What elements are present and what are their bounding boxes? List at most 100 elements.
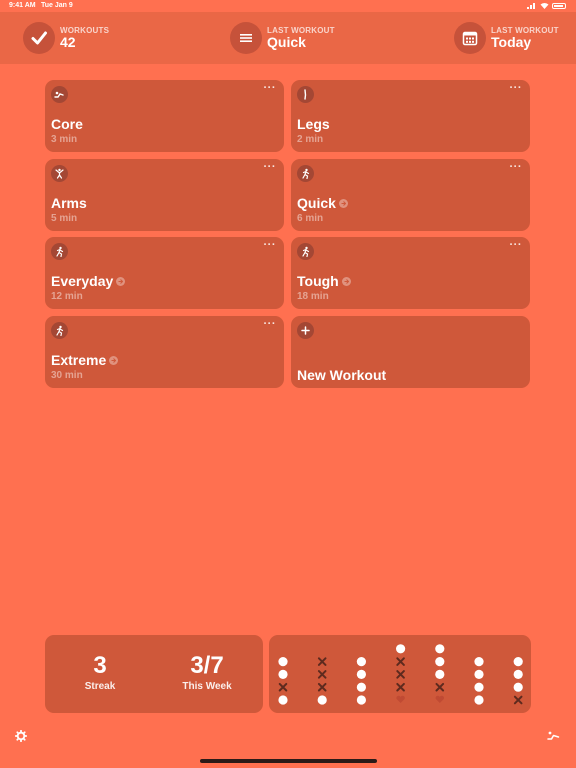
home-indicator[interactable] bbox=[200, 759, 377, 763]
completed-dot bbox=[435, 644, 445, 654]
workout-name: Core bbox=[51, 116, 83, 132]
more-options-button[interactable]: ··· bbox=[264, 82, 277, 94]
completed-dot bbox=[278, 657, 288, 667]
workout-card-everyday[interactable]: ··· Everyday 12 min bbox=[45, 237, 284, 309]
workout-duration: 5 min bbox=[51, 213, 78, 224]
completed-dot bbox=[474, 682, 484, 692]
more-options-button[interactable]: ··· bbox=[264, 318, 277, 330]
runner-icon bbox=[51, 322, 68, 339]
completed-dot bbox=[513, 669, 523, 679]
workout-card-tough[interactable]: ··· Tough 18 min bbox=[291, 237, 530, 309]
workout-card-legs[interactable]: ··· Legs 2 min bbox=[291, 80, 530, 152]
situp-icon[interactable] bbox=[547, 731, 560, 741]
missed-x-mark bbox=[317, 657, 327, 666]
completed-dot bbox=[435, 669, 445, 679]
missed-x-mark bbox=[513, 695, 523, 705]
status-date: Tue Jan 9 bbox=[41, 2, 73, 9]
workout-duration: 3 min bbox=[51, 134, 78, 145]
completed-dot bbox=[513, 682, 523, 692]
workout-name: Extreme bbox=[51, 352, 119, 368]
more-options-button[interactable]: ··· bbox=[510, 161, 523, 173]
workout-duration: 6 min bbox=[297, 213, 324, 224]
legs-icon bbox=[297, 86, 314, 103]
signal-icon bbox=[527, 3, 535, 9]
workout-name-text: Everyday bbox=[51, 273, 114, 289]
completed-dot bbox=[356, 695, 366, 705]
workout-name-text: Arms bbox=[51, 195, 87, 211]
last-workout-value: Quick bbox=[267, 34, 306, 50]
stats-header: WORKOUTS 42 LAST WORKOUT Quick LAST WORK… bbox=[0, 12, 576, 64]
completed-dot bbox=[278, 669, 288, 679]
battery-icon bbox=[552, 2, 566, 9]
workout-duration: 30 min bbox=[51, 370, 83, 381]
workout-duration: 12 min bbox=[51, 291, 83, 302]
heart-icon bbox=[396, 695, 405, 703]
status-bar: 9:41 AM Tue Jan 9 bbox=[0, 0, 576, 12]
list-icon bbox=[230, 22, 262, 54]
missed-x-mark bbox=[396, 670, 405, 679]
runner-icon bbox=[297, 165, 314, 182]
status-time: 9:41 AM bbox=[9, 2, 36, 9]
calendar-icon bbox=[454, 22, 486, 54]
more-options-button[interactable]: ··· bbox=[264, 161, 277, 173]
status-indicators bbox=[527, 2, 566, 9]
missed-x-mark bbox=[317, 670, 327, 679]
workout-card-core[interactable]: ··· Core 3 min bbox=[45, 80, 284, 152]
workout-card-arms[interactable]: ··· Arms 5 min bbox=[45, 159, 284, 231]
week-history-grid bbox=[278, 644, 523, 705]
runner-icon bbox=[51, 243, 68, 260]
more-options-button[interactable]: ··· bbox=[264, 239, 277, 251]
completed-dot bbox=[278, 695, 288, 705]
last-workout-date-stat[interactable]: LAST WORKOUT Today bbox=[454, 22, 559, 54]
completed-dot bbox=[474, 695, 484, 705]
this-week-stat: 3/7 This Week bbox=[162, 652, 252, 693]
workout-duration: 18 min bbox=[297, 291, 329, 302]
missed-x-mark bbox=[396, 682, 405, 692]
pro-badge-icon bbox=[116, 276, 126, 286]
workout-name-text: Core bbox=[51, 116, 83, 132]
completed-dot bbox=[317, 695, 327, 705]
this-week-label: This Week bbox=[182, 681, 232, 692]
workout-name: Everyday bbox=[51, 273, 126, 289]
last-date-value: Today bbox=[491, 34, 532, 50]
workout-name-text: Extreme bbox=[51, 352, 107, 368]
last-workout-stat[interactable]: LAST WORKOUT Quick bbox=[230, 22, 335, 54]
more-options-button[interactable]: ··· bbox=[510, 82, 523, 94]
workout-card-quick[interactable]: ··· Quick 6 min bbox=[291, 159, 530, 231]
pro-badge-icon bbox=[109, 355, 119, 365]
streak-value: 3 bbox=[93, 652, 107, 679]
completed-dot bbox=[356, 657, 366, 667]
week-history-card bbox=[269, 635, 531, 713]
workout-duration: 2 min bbox=[297, 134, 324, 145]
missed-x-mark bbox=[278, 682, 288, 692]
workout-name-text: Tough bbox=[297, 273, 339, 289]
heart-icon bbox=[435, 695, 445, 703]
plus-icon bbox=[297, 322, 314, 339]
completed-dot bbox=[356, 682, 366, 692]
completed-dot bbox=[396, 644, 406, 654]
completed-dot bbox=[474, 669, 484, 679]
missed-x-mark bbox=[396, 657, 405, 666]
workout-name: Quick bbox=[297, 195, 348, 211]
wifi-icon bbox=[540, 3, 549, 9]
workouts-value: 42 bbox=[60, 34, 76, 50]
streak-label: Streak bbox=[84, 681, 116, 692]
new-workout-button[interactable]: New Workout bbox=[291, 316, 530, 388]
pro-badge-icon bbox=[341, 276, 351, 286]
runner-icon bbox=[297, 243, 314, 260]
this-week-value: 3/7 bbox=[190, 652, 224, 679]
streak-summary-card: 3 Streak 3/7 This Week bbox=[45, 635, 263, 713]
more-options-button[interactable]: ··· bbox=[510, 239, 523, 251]
workout-name-text: Quick bbox=[297, 195, 336, 211]
workouts-count-stat[interactable]: WORKOUTS 42 bbox=[23, 22, 109, 54]
workout-card-extreme[interactable]: ··· Extreme 30 min bbox=[45, 316, 284, 388]
workout-name: Legs bbox=[297, 116, 330, 132]
workout-name-text: Legs bbox=[297, 116, 330, 132]
pro-badge-icon bbox=[338, 198, 348, 208]
completed-dot bbox=[513, 657, 523, 667]
settings-gear-icon[interactable] bbox=[15, 730, 27, 742]
completed-dot bbox=[435, 657, 445, 667]
checkmark-icon bbox=[23, 22, 55, 54]
workout-name: Arms bbox=[51, 195, 87, 211]
completed-dot bbox=[356, 669, 366, 679]
